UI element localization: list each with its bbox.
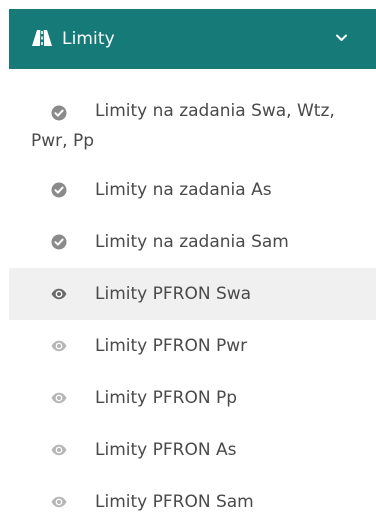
menu-item[interactable]: Limity PFRON Pp: [9, 372, 376, 424]
menu-item[interactable]: Limity na zadania As: [9, 164, 376, 216]
menu-title: Limity: [62, 29, 115, 49]
road-icon: [32, 30, 52, 46]
menu-item-label: Limity PFRON Sam: [95, 492, 254, 512]
eye-icon: [51, 494, 67, 510]
menu-item[interactable]: Limity PFRON Pwr: [9, 320, 376, 372]
check-circle-icon: [51, 234, 67, 250]
eye-icon: [51, 390, 67, 406]
menu-item[interactable]: Limity PFRON As: [9, 424, 376, 476]
menu-item-label: Limity PFRON Swa: [95, 284, 252, 304]
menu-item-label: Limity na zadania Swa, Wtz, Pwr, Pp: [31, 101, 335, 151]
chevron-down-icon[interactable]: [335, 31, 348, 44]
menu-item[interactable]: Limity na zadania Sam: [9, 216, 376, 268]
menu-item[interactable]: Limity na zadania Swa, Wtz, Pwr, Pp: [9, 69, 376, 164]
menu-item-label: Limity na zadania Sam: [95, 232, 289, 252]
submenu-list: Limity na zadania Swa, Wtz, Pwr, Pp Limit…: [9, 69, 376, 528]
menu-item[interactable]: Limity PFRON Swa: [9, 268, 376, 320]
sidebar-menu: Limity Limity na zadania Swa, Wtz, Pwr, …: [9, 9, 376, 513]
check-circle-icon: [51, 182, 67, 198]
menu-item-label: Limity PFRON Pwr: [95, 336, 248, 356]
eye-icon: [51, 442, 67, 458]
menu-item-label: Limity PFRON As: [95, 440, 237, 460]
menu-item-label: Limity PFRON Pp: [95, 388, 237, 408]
eye-icon: [51, 286, 67, 302]
menu-item[interactable]: Limity PFRON Sam: [9, 476, 376, 528]
eye-icon: [51, 338, 67, 354]
limity-menu-header[interactable]: Limity: [9, 9, 376, 69]
menu-item-label: Limity na zadania As: [95, 180, 272, 200]
